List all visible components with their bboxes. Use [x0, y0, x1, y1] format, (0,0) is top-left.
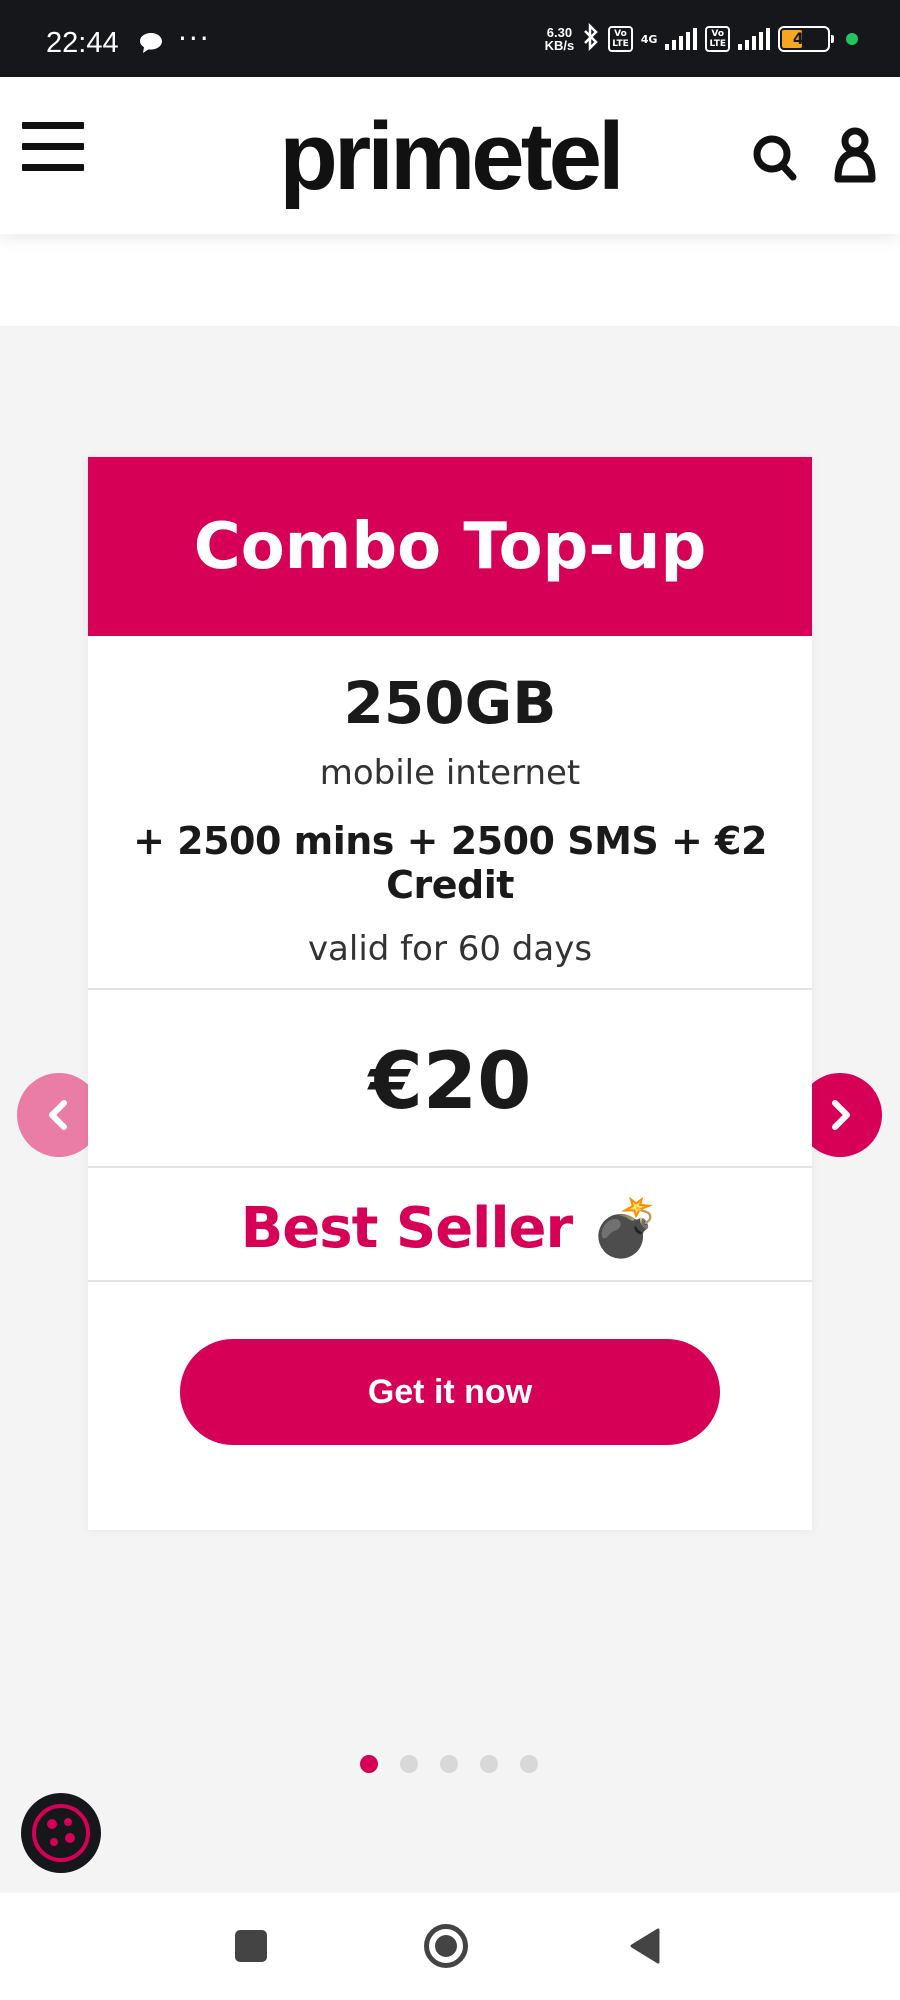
offer-card: Combo Top-up 250GB mobile internet + 250… [88, 457, 812, 1530]
net-speed: 6.30 KB/s [545, 26, 575, 52]
data-label: mobile internet [319, 753, 581, 793]
privacy-indicator-dot [846, 33, 858, 45]
net-speed-unit: KB/s [544, 38, 575, 53]
back-button[interactable] [628, 1927, 662, 1969]
back-triangle-icon [630, 1928, 660, 1964]
more-icon: ··· [178, 22, 211, 55]
status-time: 22:44 [46, 27, 119, 59]
carousel-dot-2[interactable] [400, 1755, 418, 1773]
user-icon[interactable] [832, 127, 878, 187]
site-header: primetel [0, 77, 900, 234]
recents-button[interactable] [235, 1930, 267, 1962]
volte-badge-2: Vo LTE [705, 26, 730, 52]
signal-icon-2 [738, 28, 770, 50]
data-amount: 250GB [343, 669, 557, 737]
offer-extras: + 2500 mins + 2500 SMS + €2 Credit [133, 819, 767, 907]
chevron-right-icon [832, 1100, 850, 1130]
network-type: 4G [640, 32, 658, 46]
cookie-settings-button[interactable] [21, 1793, 101, 1873]
search-icon[interactable] [752, 133, 798, 185]
divider [88, 1166, 812, 1168]
chat-icon [139, 32, 163, 58]
divider [88, 1280, 812, 1282]
cookie-icon [32, 1804, 90, 1862]
get-it-now-button[interactable]: Get it now [180, 1339, 720, 1445]
header-spacer [0, 234, 900, 326]
carousel-dot-1[interactable] [360, 1755, 378, 1773]
bluetooth-icon [582, 22, 600, 55]
battery-level: 43 [792, 29, 816, 48]
volte-badge: Vo LTE [608, 26, 633, 52]
carousel-dot-3[interactable] [440, 1755, 458, 1773]
battery-icon: 43 [778, 26, 834, 52]
carousel-dot-5[interactable] [520, 1755, 538, 1773]
divider [88, 988, 812, 990]
offer-title: Combo Top-up [88, 457, 812, 636]
chevron-left-icon [49, 1100, 67, 1130]
carousel-pagination [360, 1755, 538, 1773]
best-seller-badge: Best Seller 💣 [240, 1196, 661, 1261]
status-bar: 22:44 ··· 6.30 KB/s Vo LTE 4G Vo LTE 43 [0, 0, 900, 77]
offer-price: €20 [368, 1037, 532, 1127]
home-button[interactable] [424, 1924, 468, 1968]
carousel-dot-4[interactable] [480, 1755, 498, 1773]
offer-validity: valid for 60 days [307, 929, 593, 969]
signal-icon [665, 28, 698, 50]
